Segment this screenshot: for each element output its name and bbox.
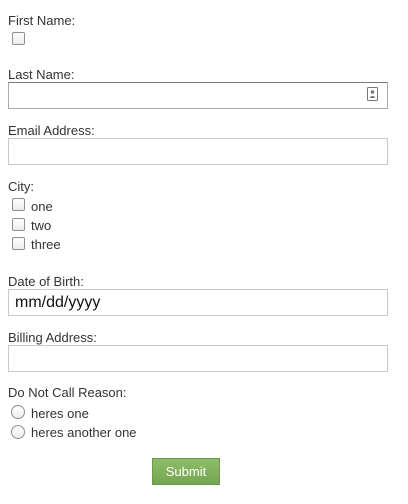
do-not-call-option-heres-another-one-label[interactable]: heres another one — [31, 425, 137, 441]
billing-address-label: Billing Address: — [8, 330, 97, 345]
city-option-one-checkbox[interactable] — [12, 198, 25, 211]
billing-address-input[interactable] — [8, 345, 388, 372]
first-name-checkbox[interactable] — [12, 32, 25, 45]
contact-card-icon[interactable] — [367, 87, 378, 101]
city-option-three-label[interactable]: three — [31, 237, 61, 253]
date-of-birth-label: Date of Birth: — [8, 274, 84, 289]
last-name-input[interactable] — [8, 82, 388, 109]
first-name-label: First Name: — [8, 13, 76, 28]
city-option-two-label[interactable]: two — [31, 218, 51, 234]
email-label: Email Address: — [8, 123, 95, 138]
city-option-one-label[interactable]: one — [31, 199, 53, 215]
date-of-birth-input[interactable]: mm/dd/yyyy — [8, 289, 388, 316]
last-name-field-wrapper — [8, 82, 388, 109]
date-of-birth-placeholder: mm/dd/yyyy — [15, 294, 101, 311]
do-not-call-reason-label: Do Not Call Reason: — [8, 385, 127, 400]
city-option-two-checkbox[interactable] — [12, 218, 25, 231]
city-option-three-checkbox[interactable] — [12, 237, 25, 250]
last-name-label: Last Name: — [8, 67, 75, 82]
do-not-call-option-heres-one-radio[interactable] — [11, 405, 25, 419]
submit-button[interactable]: Submit — [152, 458, 220, 485]
city-label: City: — [8, 179, 34, 194]
do-not-call-option-heres-another-one-radio[interactable] — [11, 425, 25, 439]
do-not-call-option-heres-one-label[interactable]: heres one — [31, 406, 89, 422]
email-input[interactable] — [8, 138, 388, 165]
